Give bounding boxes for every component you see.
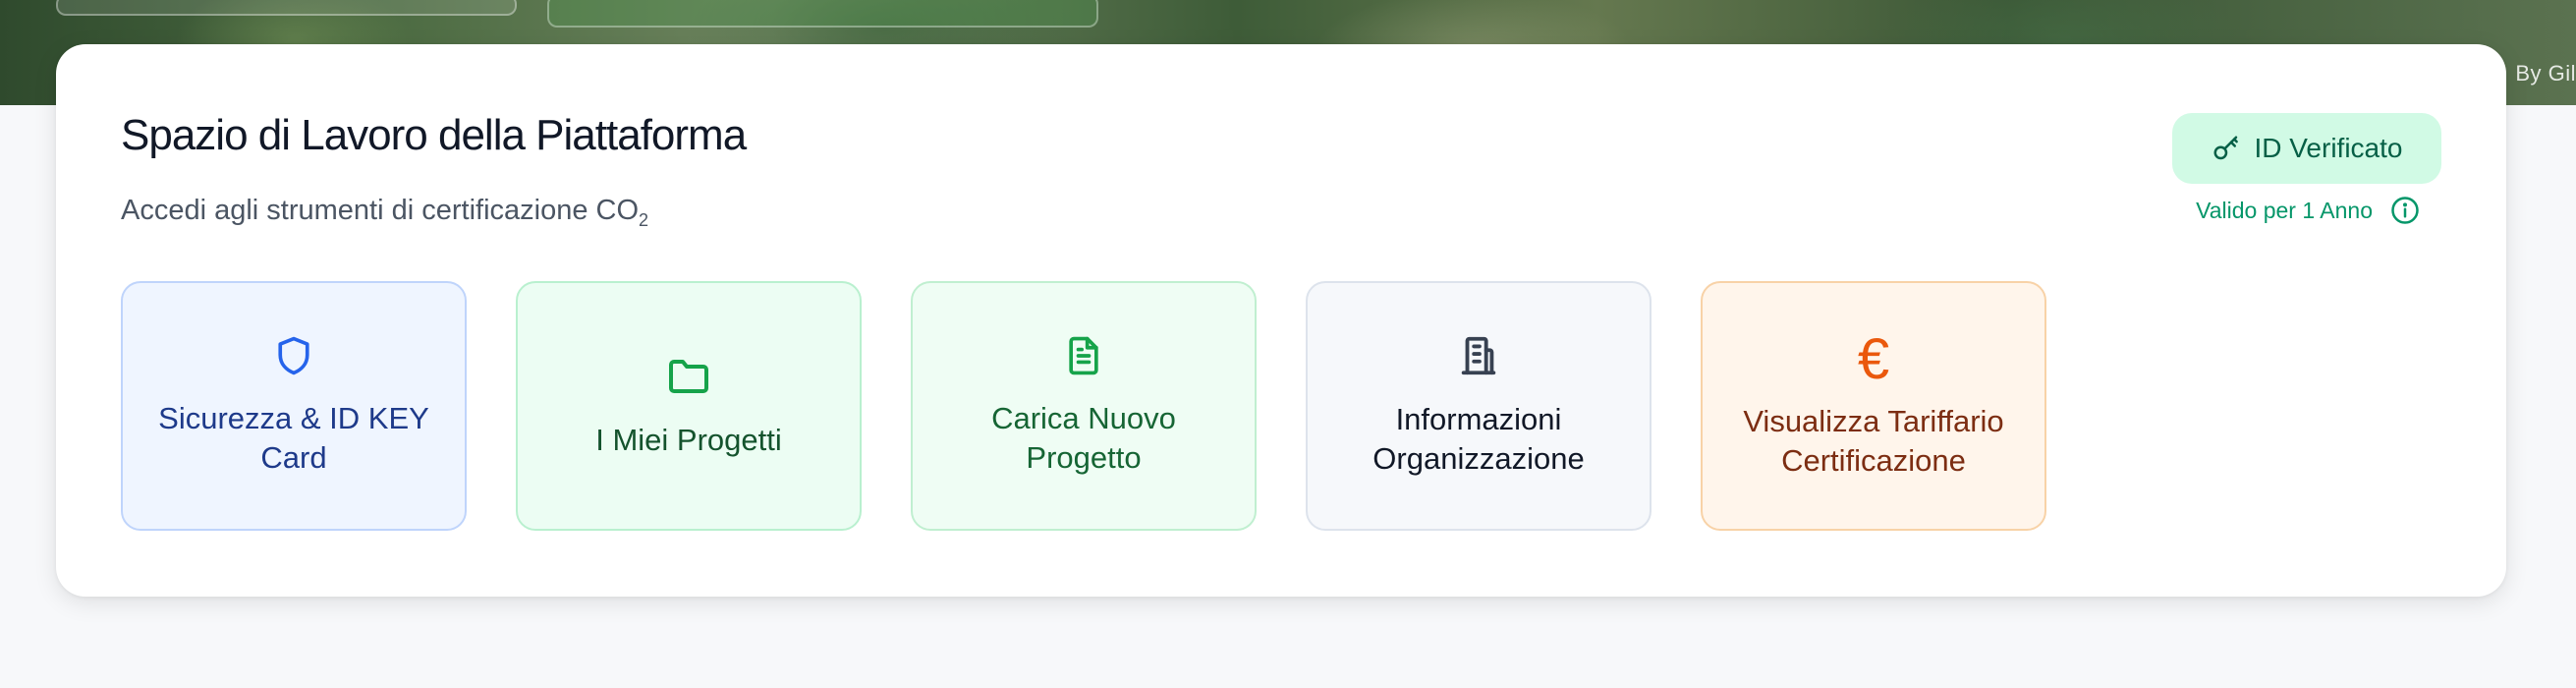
tile-label: Informazioni Organizzazione — [1372, 402, 1585, 476]
folder-icon — [665, 352, 712, 399]
building-icon — [1456, 333, 1501, 378]
photo-credit: By Gil — [2515, 61, 2576, 86]
page-title: Spazio di Lavoro della Piattaforma — [121, 111, 747, 159]
key-icon — [2212, 134, 2241, 163]
info-icon[interactable] — [2390, 196, 2420, 225]
tile-label: Sicurezza & ID KEY Card — [158, 401, 429, 475]
badge-label: ID Verificato — [2254, 133, 2403, 163]
tile-organization-info[interactable]: Informazioni Organizzazione — [1306, 281, 1652, 531]
workspace-card: Spazio di Lavoro della Piattaforma Acced… — [56, 44, 2506, 597]
tile-security-id-card[interactable]: Sicurezza & ID KEY Card — [121, 281, 467, 531]
tile-label: I Miei Progetti — [595, 423, 782, 457]
page-subtitle: Accedi agli strumenti di certificazione … — [121, 195, 649, 230]
hero-button[interactable] — [547, 0, 1098, 28]
tile-certification-fees[interactable]: € Visualizza Tariffario Certificazione — [1701, 281, 2046, 531]
tile-upload-project[interactable]: Carica Nuovo Progetto — [911, 281, 1257, 531]
validity-note: Valido per 1 Anno — [2196, 196, 2420, 225]
tile-my-projects[interactable]: I Miei Progetti — [516, 281, 862, 531]
validity-label: Valido per 1 Anno — [2196, 197, 2373, 223]
document-icon — [1062, 334, 1105, 377]
id-verified-badge[interactable]: ID Verificato — [2172, 113, 2441, 184]
tile-label: Carica Nuovo Progetto — [991, 401, 1176, 475]
hero-button[interactable] — [56, 0, 517, 16]
euro-icon: € — [1857, 327, 1890, 391]
tile-label: Visualizza Tariffario Certificazione — [1743, 404, 2004, 478]
shield-icon — [272, 334, 315, 377]
